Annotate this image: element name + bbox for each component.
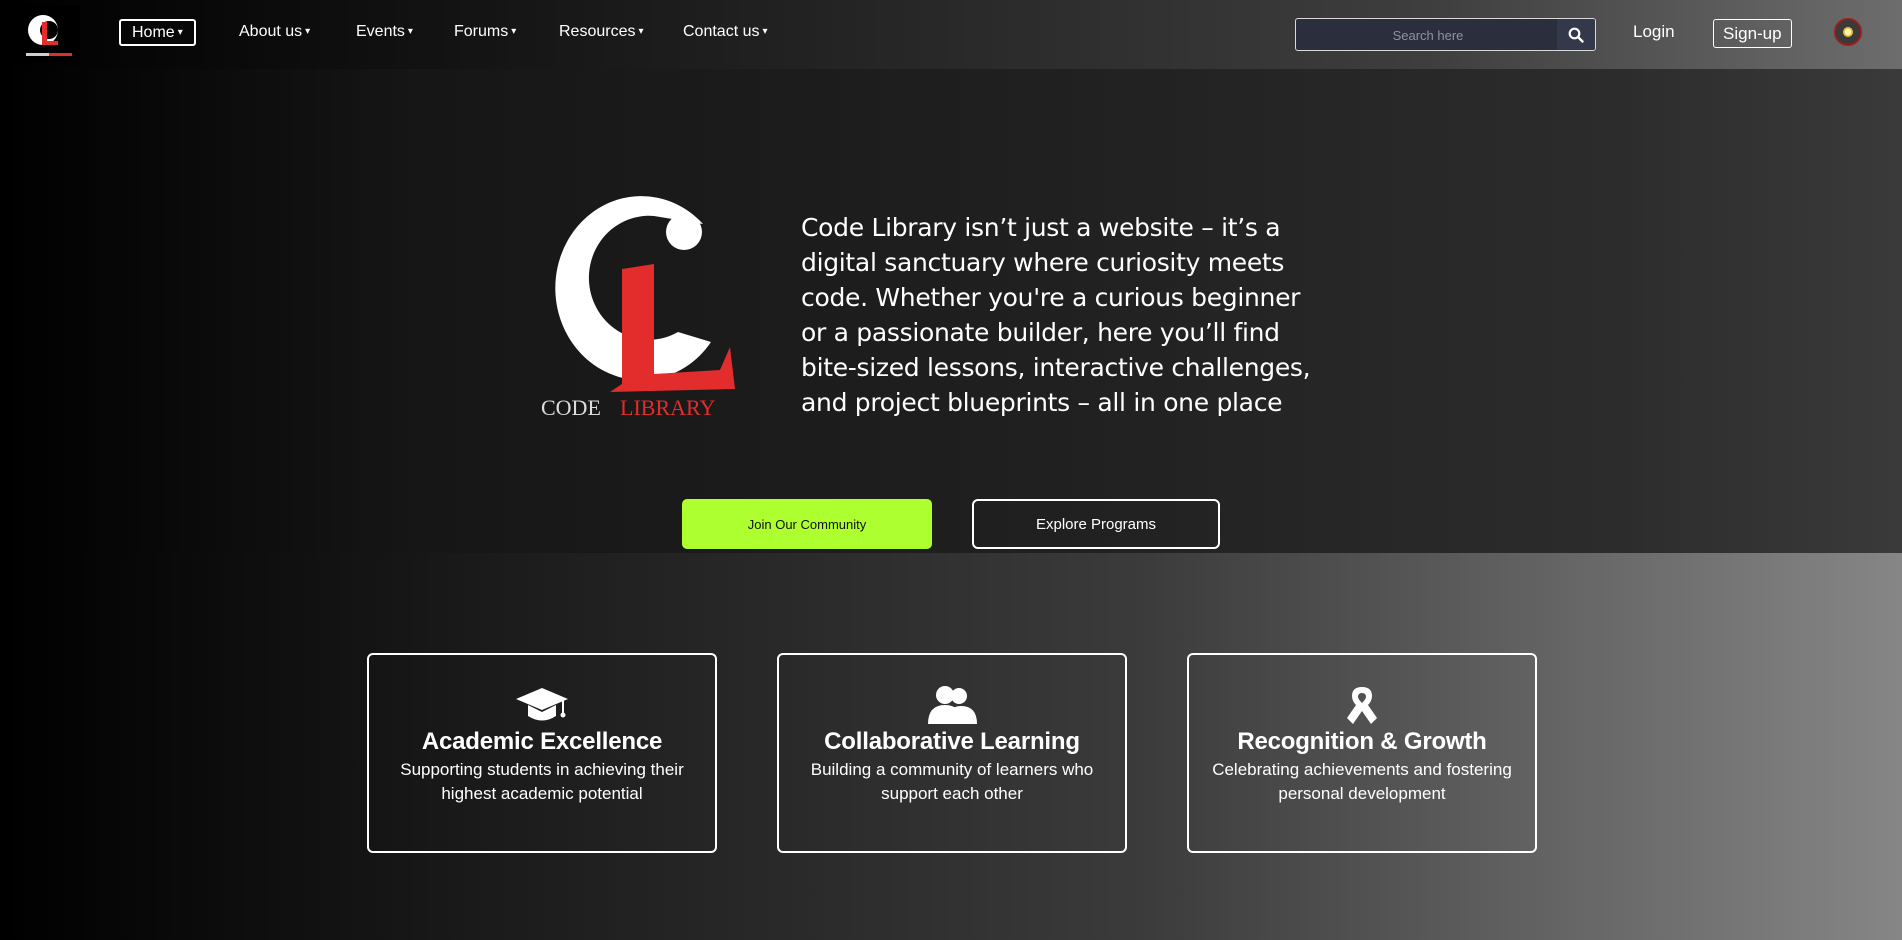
navbar: Home ▾ About us ▾ Events ▾ Forums ▾ Resource…	[0, 0, 1902, 69]
nav-events[interactable]: Events ▾	[356, 18, 413, 46]
feature-description: Celebrating achievements and fostering p…	[1212, 760, 1512, 803]
ribbon-icon	[1347, 687, 1377, 724]
nav-resources[interactable]: Resources ▾	[559, 18, 644, 46]
features-section: Academic Excellence Supporting students …	[0, 553, 1902, 940]
chevron-down-icon: ▾	[305, 26, 311, 37]
feature-card-recognition: Recognition & Growth Celebrating achieve…	[1187, 653, 1537, 853]
logo-word-code: CODE	[541, 395, 601, 420]
search-button[interactable]	[1557, 19, 1595, 50]
nav-contact[interactable]: Contact us ▾	[683, 18, 768, 46]
hero-section: CODE LIBRARY Code Library isn’t just a w…	[0, 69, 1902, 553]
logo-word-library: LIBRARY	[620, 395, 715, 420]
hero-description: Code Library isn’t just a website – it’s…	[801, 213, 1311, 417]
feature-title: Academic Excellence	[421, 728, 663, 755]
explore-programs-button[interactable]: Explore Programs	[972, 499, 1220, 549]
nav-home-label: Home	[132, 24, 175, 41]
nav-about[interactable]: About us ▾	[239, 18, 310, 46]
nav-forums-label: Forums	[454, 23, 509, 40]
search-icon	[1568, 27, 1584, 43]
users-icon	[928, 686, 977, 724]
feature-title: Collaborative Learning	[824, 728, 1080, 755]
search-bar	[1295, 18, 1596, 51]
chevron-down-icon: ▾	[638, 26, 644, 37]
feature-description: Supporting students in achieving their h…	[400, 760, 684, 803]
nav-contact-label: Contact us	[683, 23, 760, 40]
search-input[interactable]	[1296, 19, 1560, 50]
nav-events-label: Events	[356, 23, 405, 40]
brand-logo[interactable]	[18, 5, 80, 62]
chevron-down-icon: ▾	[762, 26, 768, 37]
join-community-button[interactable]: Join Our Community	[682, 499, 932, 549]
nav-home[interactable]: Home ▾	[119, 19, 196, 46]
nav-forums[interactable]: Forums ▾	[454, 18, 516, 46]
nav-about-label: About us	[239, 23, 303, 40]
feature-description: Building a community of learners who sup…	[810, 760, 1094, 803]
signup-button[interactable]: Sign-up	[1713, 19, 1792, 48]
feature-card-collaborative: Collaborative Learning Building a commun…	[777, 653, 1127, 853]
sun-icon	[1843, 27, 1853, 37]
theme-toggle[interactable]	[1834, 18, 1862, 46]
chevron-down-icon: ▾	[407, 26, 413, 37]
nav-resources-label: Resources	[559, 23, 636, 40]
feature-card-academic: Academic Excellence Supporting students …	[367, 653, 717, 853]
login-link[interactable]: Login	[1633, 22, 1675, 42]
chevron-down-icon: ▾	[511, 26, 517, 37]
graduation-cap-icon	[516, 688, 568, 721]
chevron-down-icon: ▾	[177, 27, 183, 38]
code-library-logo: CODE LIBRARY	[536, 174, 746, 429]
feature-title: Recognition & Growth	[1237, 728, 1487, 755]
